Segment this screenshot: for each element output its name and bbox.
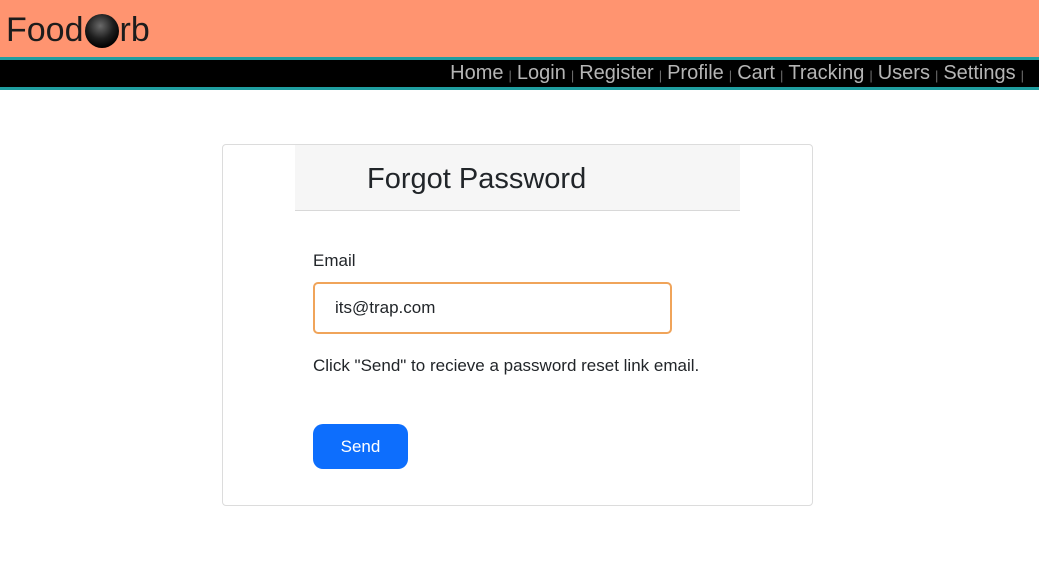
nav-separator: | [508, 68, 512, 83]
help-text: Click "Send" to recieve a password reset… [313, 356, 700, 375]
nav-separator: | [658, 68, 663, 83]
nav-separator: | [728, 68, 733, 83]
main-nav: Home | Login | Register | Profile | Cart… [450, 60, 1029, 87]
card-header: Forgot Password [295, 145, 740, 211]
site-header: Food rb [0, 0, 1039, 57]
nav-link-register[interactable]: Register [579, 60, 653, 87]
nav-separator: | [869, 68, 873, 83]
page-title: Forgot Password [367, 163, 587, 195]
brand-logo[interactable]: Food rb [6, 10, 150, 50]
nav-link-profile[interactable]: Profile [667, 60, 724, 87]
nav-link-cart[interactable]: Cart [737, 60, 775, 87]
orb-icon [84, 14, 119, 48]
nav-separator: | [779, 68, 784, 83]
email-field[interactable] [313, 282, 672, 334]
email-label: Email [313, 251, 356, 270]
navbar-divider [0, 87, 1039, 90]
brand-name-end: rb [119, 11, 150, 49]
nav-separator: | [1020, 68, 1024, 83]
send-button[interactable]: Send [313, 424, 408, 469]
forgot-password-card: Forgot Password Email Click "Send" to re… [222, 144, 813, 506]
nav-link-settings[interactable]: Settings [943, 60, 1015, 87]
nav-separator: | [934, 68, 939, 83]
nav-link-home[interactable]: Home [450, 60, 503, 87]
nav-link-login[interactable]: Login [517, 60, 566, 87]
brand-name-start: Food [6, 11, 84, 49]
nav-link-users[interactable]: Users [878, 60, 930, 87]
nav-link-tracking[interactable]: Tracking [788, 60, 864, 87]
nav-separator: | [570, 68, 575, 83]
